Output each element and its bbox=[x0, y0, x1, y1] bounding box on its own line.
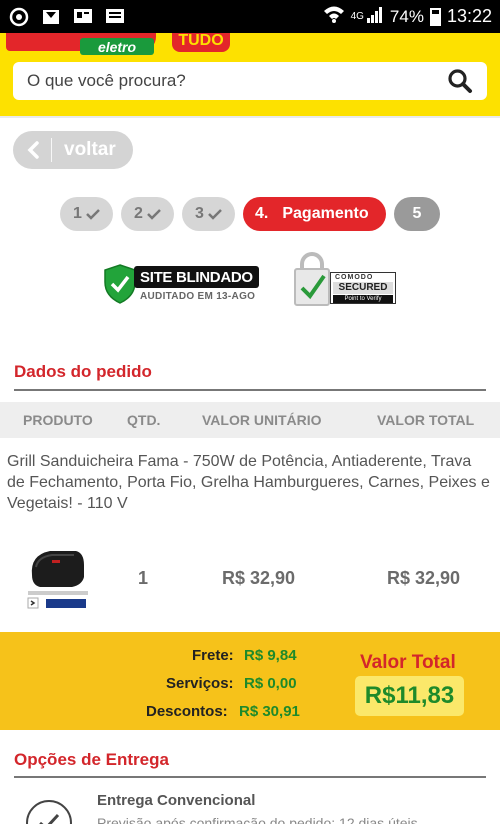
step-number: 2 bbox=[134, 205, 143, 222]
col-produto: PRODUTO bbox=[23, 412, 93, 428]
descontos-value: R$ 30,91 bbox=[239, 703, 300, 720]
comodo-box: COMODO SECURED Point to Verify bbox=[330, 272, 396, 304]
valor-total-value: R$11,83 bbox=[355, 676, 464, 716]
notification-chat-icon bbox=[72, 7, 94, 27]
product-image[interactable] bbox=[26, 545, 90, 611]
col-valor-unitario: VALOR UNITÁRIO bbox=[202, 412, 322, 428]
servicos-value: R$ 0,00 bbox=[244, 675, 297, 692]
chevron-left-icon bbox=[27, 141, 39, 159]
col-valor-total: VALOR TOTAL bbox=[377, 412, 475, 428]
frete-value: R$ 9,84 bbox=[244, 647, 297, 664]
notification-shield-icon bbox=[40, 7, 62, 27]
frete-label: Frete: bbox=[192, 647, 234, 664]
logo-eletro: eletro bbox=[80, 38, 154, 55]
notification-message-icon bbox=[104, 7, 126, 27]
product-total-price: R$ 32,90 bbox=[387, 568, 461, 588]
search-icon[interactable] bbox=[447, 68, 473, 94]
battery-percent: 74% bbox=[389, 6, 424, 26]
back-button-separator bbox=[51, 138, 52, 162]
check-icon bbox=[208, 209, 222, 220]
network-type: 4G bbox=[350, 11, 364, 22]
delivery-option-title[interactable]: Entrega Convencional bbox=[97, 792, 255, 809]
product-description[interactable]: Grill Sanduicheira Fama - 750W de Potênc… bbox=[7, 451, 493, 514]
delivery-option-subtitle: Previsão após confirmação do pedido: 12 … bbox=[97, 815, 418, 824]
comodo-secured: SECURED bbox=[333, 282, 393, 294]
wifi-icon bbox=[323, 5, 345, 28]
delivery-section-divider bbox=[14, 776, 486, 778]
lock-body bbox=[294, 268, 330, 306]
step-1[interactable]: 1 bbox=[60, 197, 113, 231]
battery-icon bbox=[429, 7, 441, 26]
checkmark-icon bbox=[300, 274, 326, 300]
site-header: eletro TUDO O que você procura? bbox=[0, 33, 500, 116]
order-table-header: PRODUTO QTD. VALOR UNITÁRIO VALOR TOTAL bbox=[0, 402, 500, 438]
search-bar[interactable]: O que você procura? bbox=[13, 62, 487, 100]
back-button[interactable]: voltar bbox=[13, 131, 133, 169]
status-bar: 4G 74% 13:22 bbox=[0, 0, 500, 33]
step-4-active[interactable]: 4. Pagamento bbox=[243, 197, 386, 231]
step-title: Pagamento bbox=[282, 205, 369, 222]
check-icon bbox=[147, 209, 161, 220]
logo-tudo: TUDO bbox=[172, 33, 230, 52]
delivery-option-radio[interactable] bbox=[26, 800, 72, 824]
back-button-label: voltar bbox=[64, 139, 116, 160]
servicos-label: Serviços: bbox=[166, 675, 234, 692]
checkout-steps: 1 2 3 4. Pagamento 5 bbox=[60, 197, 440, 231]
descontos-label: Descontos: bbox=[146, 703, 228, 720]
order-section-divider bbox=[14, 389, 486, 391]
comodo-secured-badge[interactable]: COMODO SECURED Point to Verify bbox=[294, 250, 398, 310]
clock: 13:22 bbox=[446, 6, 492, 26]
step-number: 5 bbox=[412, 205, 422, 222]
product-unit-price: R$ 32,90 bbox=[222, 568, 296, 588]
security-badges: SITE BLINDADO AUDITADO EM 13-AGO COMODO … bbox=[104, 250, 404, 310]
comodo-name: COMODO bbox=[335, 274, 374, 281]
col-qtd: QTD. bbox=[127, 412, 161, 428]
header-divider bbox=[0, 116, 500, 118]
valor-total-label: Valor Total bbox=[360, 652, 456, 673]
product-qty: 1 bbox=[138, 568, 149, 588]
step-5: 5 bbox=[394, 197, 440, 231]
step-2[interactable]: 2 bbox=[121, 197, 174, 231]
delivery-section-title: Opções de Entrega bbox=[14, 750, 169, 769]
step-number: 1 bbox=[73, 205, 82, 222]
step-3[interactable]: 3 bbox=[182, 197, 235, 231]
search-input[interactable]: O que você procura? bbox=[27, 71, 447, 91]
site-blindado-title: SITE BLINDADO bbox=[134, 266, 259, 288]
step-number: 3 bbox=[195, 205, 204, 222]
notification-app-icon bbox=[8, 7, 30, 27]
order-section-title: Dados do pedido bbox=[14, 362, 152, 381]
shield-check-icon bbox=[104, 264, 136, 304]
site-blindado-badge[interactable]: SITE BLINDADO AUDITADO EM 13-AGO bbox=[104, 264, 262, 306]
check-icon bbox=[86, 209, 100, 220]
order-totals: Frete: R$ 9,84 Serviços: R$ 0,00 Descont… bbox=[0, 632, 500, 730]
site-logo[interactable]: eletro TUDO bbox=[0, 33, 500, 55]
comodo-point: Point to Verify bbox=[333, 295, 393, 303]
step-number: 4. bbox=[255, 205, 269, 222]
signal-icon bbox=[366, 5, 384, 28]
site-blindado-subtitle: AUDITADO EM 13-AGO bbox=[140, 291, 256, 302]
check-icon bbox=[39, 813, 60, 824]
